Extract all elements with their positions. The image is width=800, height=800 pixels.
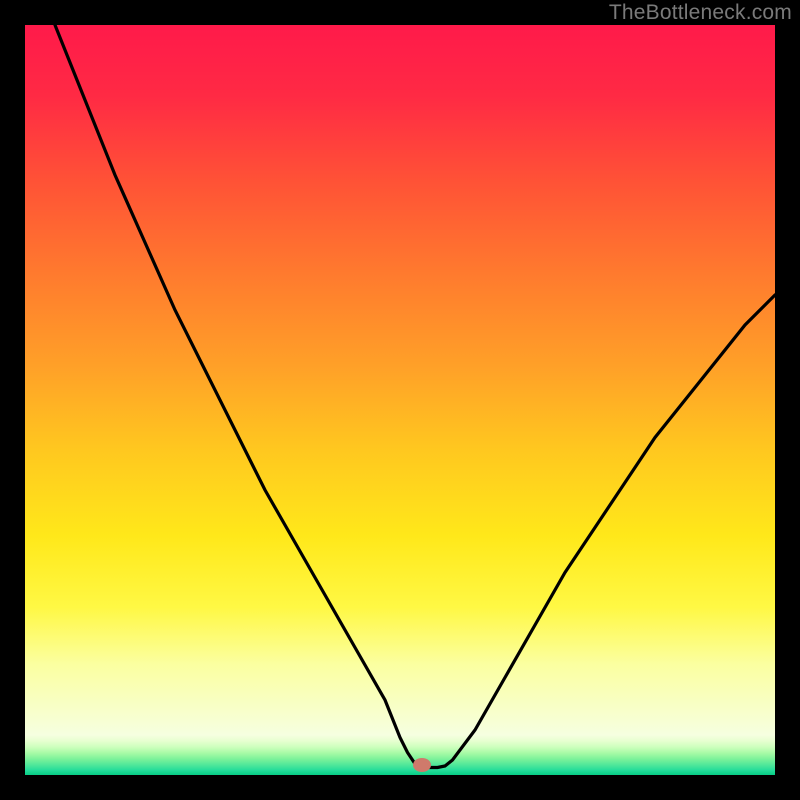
chart-frame: TheBottleneck.com [0,0,800,800]
plot-background [25,25,775,735]
chart-svg [0,0,800,800]
watermark-label: TheBottleneck.com [609,1,792,25]
optimum-marker [413,758,431,772]
